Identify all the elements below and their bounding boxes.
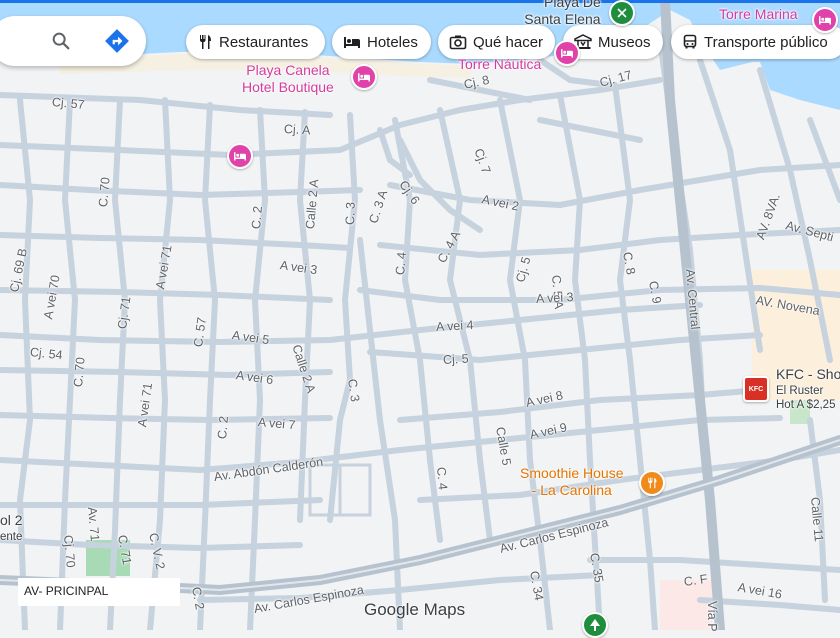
bus-icon [682, 34, 698, 50]
kfc-badge-text: KFC [748, 385, 764, 393]
hotel-pin-icon[interactable] [554, 40, 580, 66]
park-pin-icon[interactable] [609, 0, 635, 26]
search-icon[interactable] [50, 30, 72, 57]
street-label: Av. 71 [85, 506, 102, 542]
google-logo-text: Google [364, 600, 419, 619]
search-box[interactable] [0, 16, 146, 66]
poi-left-edge-sub: ente [0, 531, 23, 543]
overlay-label-box: AV- PRICINPAL [18, 578, 180, 606]
poi-playa-canela-name: Playa Canela [246, 62, 330, 78]
poi-smoothie-house-area: - La Carolina [531, 482, 612, 498]
poi-playa-de-line2: Santa Elena [524, 11, 601, 27]
chip-transporte-publico-label: Transporte público [704, 33, 828, 51]
poi-playa-canela-type: Hotel Boutique [242, 79, 334, 95]
poi-smoothie-house-name: Smoothie House [520, 465, 624, 481]
chip-restaurantes-label: Restaurantes [219, 33, 309, 51]
street-label: A vei 3 [535, 290, 574, 306]
street-label: Vía P [705, 601, 719, 632]
chip-hoteles[interactable]: Hoteles [332, 25, 431, 59]
chip-que-hacer-label: Qué hacer [473, 33, 544, 51]
chip-hoteles-label: Hoteles [367, 33, 418, 51]
street-label: Cj. A [283, 122, 311, 138]
poi-playa-de-line1: Playa De [544, 0, 601, 10]
hotel-pin-icon[interactable] [227, 143, 253, 169]
fork-knife-icon [197, 34, 213, 50]
kfc-logo-icon[interactable]: KFC [743, 376, 769, 402]
hotel-pin-icon[interactable] [812, 7, 838, 33]
street-label: Cj. 57 [51, 95, 86, 112]
park-pin-icon[interactable] [582, 612, 608, 638]
chip-museos-label: Museos [598, 33, 651, 51]
poi-kfc-name: KFC - Sho [776, 366, 840, 382]
street-label: Cj. 5 [442, 351, 470, 367]
poi-kfc-menu-line1: El Ruster [776, 385, 824, 397]
chip-restaurantes[interactable]: Restaurantes [186, 25, 325, 59]
bed-icon [343, 34, 361, 50]
street-label: C. 4 [434, 466, 450, 491]
restaurant-pin-icon[interactable] [639, 470, 665, 496]
poi-kfc-menu-line2: Hot A $2,25 [776, 399, 836, 411]
street-label: C. 70 [71, 356, 88, 388]
street-label: Cj. 70 [61, 534, 78, 569]
street-label: C. 70 [96, 176, 113, 208]
poi-smoothie-house[interactable]: Smoothie House - La Carolina [520, 465, 624, 499]
poi-torre-marina[interactable]: Torre Marina [719, 6, 798, 23]
hotel-pin-icon[interactable] [351, 64, 377, 90]
directions-icon[interactable] [104, 28, 130, 59]
google-maps-logo: Google Maps [364, 600, 465, 620]
poi-playa-de-santa-elena[interactable]: Playa De Santa Elena [524, 0, 601, 28]
street-label: C. 3 [345, 378, 363, 403]
street-label: C. 2 [215, 415, 231, 440]
camera-icon [449, 34, 467, 50]
street-label: C. 3 [343, 201, 358, 226]
chip-transporte-publico[interactable]: Transporte público [671, 25, 840, 59]
poi-torre-nautica[interactable]: Torre Náutica [458, 56, 541, 73]
street-label: A vei 4 [435, 318, 474, 334]
chip-que-hacer[interactable]: Qué hacer [438, 25, 555, 59]
top-accent-bar [0, 0, 840, 3]
poi-playa-canela[interactable]: Playa Canela Hotel Boutique [242, 62, 334, 96]
maps-logo-text: Maps [423, 600, 466, 619]
poi-kfc[interactable]: KFC - Sho [776, 366, 840, 383]
overlay-label-text: AV- PRICINPAL [24, 584, 109, 598]
street-label: C. 4 [393, 251, 409, 276]
poi-left-edge-name: ol 2 [0, 512, 23, 528]
street-label: C. 2 [249, 205, 265, 230]
